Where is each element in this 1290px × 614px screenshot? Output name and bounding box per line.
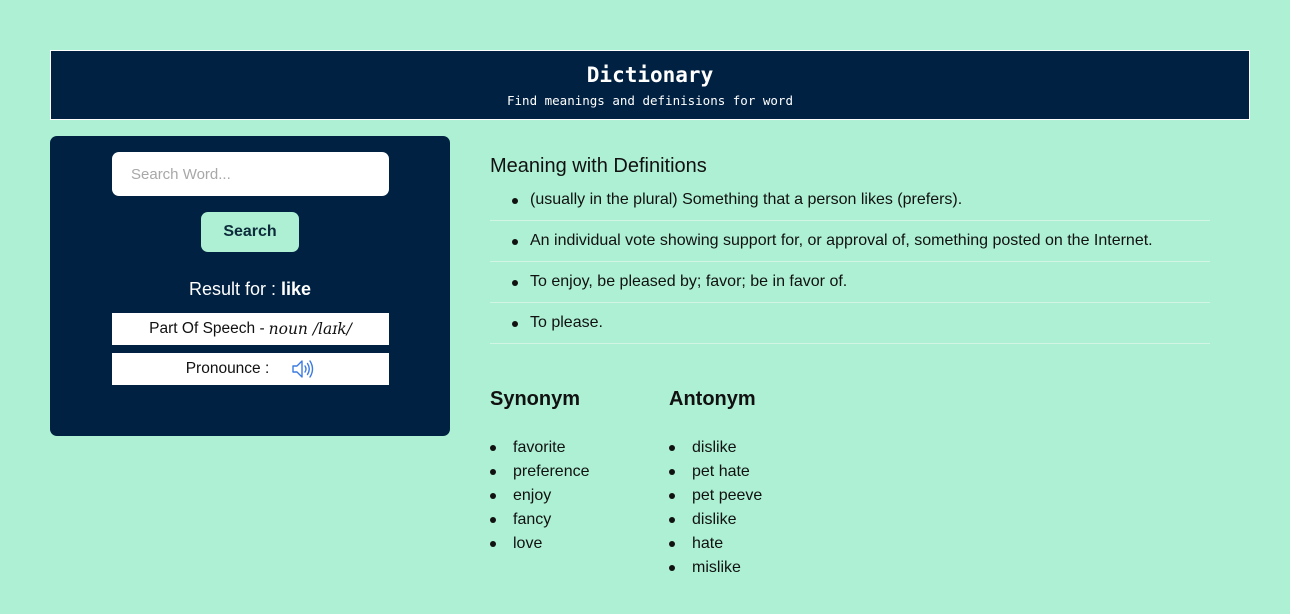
result-word: like — [281, 279, 312, 299]
antonym-title: Antonym — [669, 388, 756, 410]
antonym-item: mislike — [669, 556, 762, 580]
search-panel: Search Result for : like Part Of Speech … — [50, 136, 450, 436]
definition-item: (usually in the plural) Something that a… — [490, 180, 1210, 221]
synonym-title: Synonym — [490, 388, 581, 410]
search-button[interactable]: Search — [201, 212, 299, 252]
antonym-item: dislike — [669, 436, 762, 460]
app-title: Dictionary — [586, 63, 714, 87]
antonym-item: hate — [669, 532, 762, 556]
part-of-speech-value: noun /laɪk/ — [268, 320, 352, 338]
part-of-speech-box: Part Of Speech - noun /laɪk/ — [112, 313, 389, 345]
definitions-list: (usually in the plural) Something that a… — [490, 180, 1210, 344]
synonym-item: love — [490, 532, 590, 556]
result-heading: Result for : like — [50, 279, 450, 300]
result-prefix: Result for : — [188, 279, 276, 299]
synonym-list: favorite preference enjoy fancy love — [490, 436, 590, 556]
search-input[interactable] — [112, 152, 389, 196]
pronounce-label: Pronounce : — [185, 360, 270, 377]
antonym-item: pet hate — [669, 460, 762, 484]
synonym-item: enjoy — [490, 484, 590, 508]
antonym-item: pet peeve — [669, 484, 762, 508]
definition-text: An individual vote showing support for, … — [530, 232, 1153, 249]
definition-text: To please. — [530, 314, 603, 331]
speaker-icon[interactable] — [291, 358, 315, 380]
definition-item: An individual vote showing support for, … — [490, 221, 1210, 262]
synonym-item: favorite — [490, 436, 590, 460]
antonym-item: dislike — [669, 508, 762, 532]
antonym-list: dislike pet hate pet peeve dislike hate … — [669, 436, 762, 580]
definition-item: To enjoy, be pleased by; favor; be in fa… — [490, 262, 1210, 303]
pronounce-box: Pronounce : — [112, 353, 389, 385]
definition-text: To enjoy, be pleased by; favor; be in fa… — [530, 273, 848, 290]
synonym-item: fancy — [490, 508, 590, 532]
meaning-title: Meaning with Definitions — [490, 155, 707, 177]
synonym-item: preference — [490, 460, 590, 484]
app-subtitle: Find meanings and definisions for word — [507, 93, 793, 108]
app-header: Dictionary Find meanings and definisions… — [50, 50, 1250, 120]
part-of-speech-label: Part Of Speech - — [149, 320, 265, 337]
definition-item: To please. — [490, 303, 1210, 344]
definition-text: (usually in the plural) Something that a… — [530, 191, 963, 208]
